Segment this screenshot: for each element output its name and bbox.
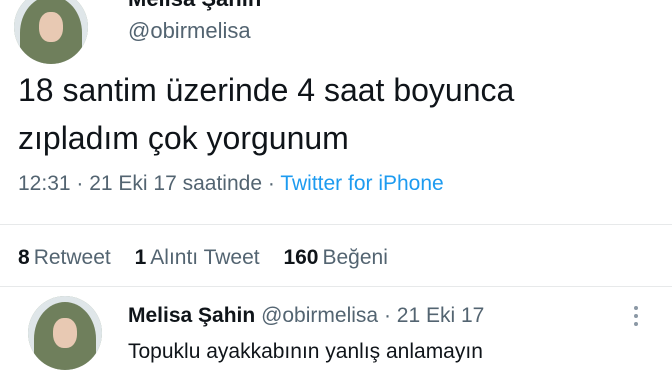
tweet-source-link[interactable]: Twitter for iPhone (280, 172, 443, 195)
retweet-stat[interactable]: 8 Retweet (18, 246, 111, 269)
like-label: Beğeni (322, 246, 388, 269)
author-name[interactable]: Melisa Şahin (128, 0, 261, 12)
divider (0, 224, 672, 225)
divider (0, 286, 672, 287)
retweet-label: Retweet (33, 246, 111, 269)
quote-count: 1 (134, 246, 147, 269)
reply-header: Melisa Şahin @obirmelisa · 21 Eki 17 (128, 304, 484, 328)
tweet-text: 18 santim üzerinde 4 saat boyunca zıplad… (18, 66, 658, 162)
reply-author-name[interactable]: Melisa Şahin (128, 304, 255, 327)
tweet-text-line-1: 18 santim üzerinde 4 saat boyunca (18, 72, 515, 108)
author-handle[interactable]: @obirmelisa (128, 18, 251, 44)
more-vertical-icon[interactable] (630, 304, 642, 328)
quote-label: Alıntı Tweet (150, 246, 260, 269)
tweet-stats: 8 Retweet 1 Alıntı Tweet 160 Beğeni (18, 246, 406, 270)
reply-avatar[interactable] (28, 296, 102, 370)
tweet-meta: 12:31 · 21 Eki 17 saatinde · Twitter for… (18, 172, 444, 196)
like-count: 160 (283, 246, 319, 269)
tweet-text-line-2: zıpladım çok yorgunum (18, 120, 349, 156)
reply-date[interactable]: · 21 Eki 17 (384, 304, 484, 327)
tweet-timestamp[interactable]: 12:31 · 21 Eki 17 saatinde · (18, 172, 275, 195)
reply-author-handle[interactable]: @obirmelisa (261, 304, 378, 327)
quote-stat[interactable]: 1 Alıntı Tweet (135, 246, 260, 269)
reply-text: Topuklu ayakkabının yanlış anlamayın (128, 340, 483, 363)
author-avatar[interactable] (14, 0, 88, 64)
retweet-count: 8 (18, 246, 30, 269)
like-stat[interactable]: 160 Beğeni (283, 246, 387, 269)
